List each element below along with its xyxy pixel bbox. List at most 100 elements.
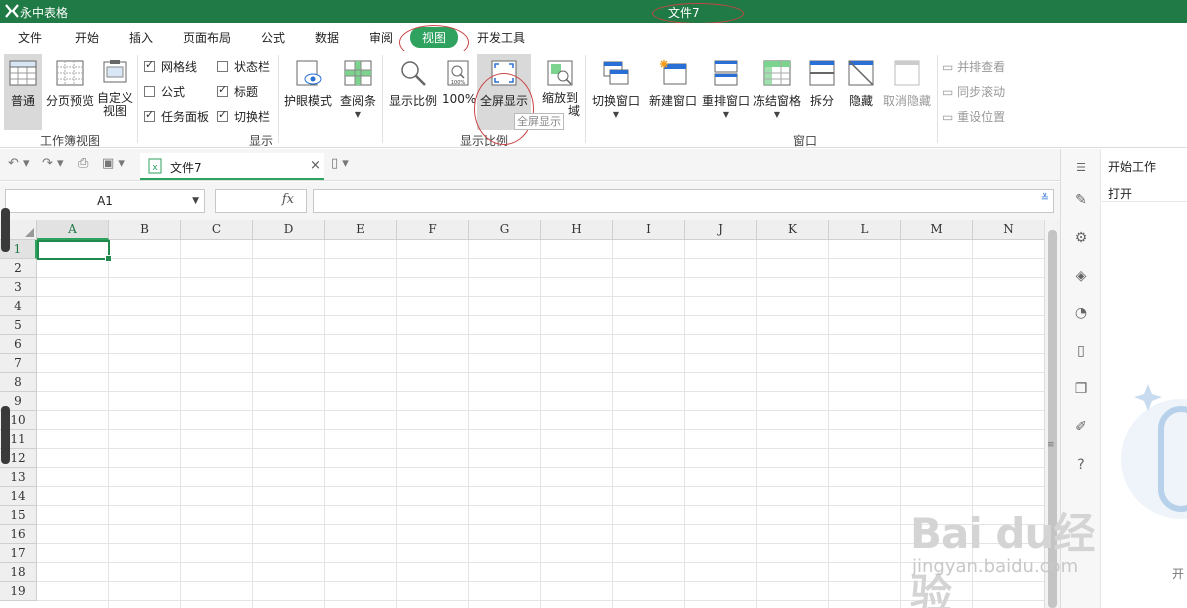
column-header[interactable]: J <box>685 220 757 240</box>
reading-bar-label: 查阅条 <box>339 94 376 108</box>
row-header[interactable]: 4 <box>0 297 37 316</box>
collapse-icon[interactable]: ☰ <box>1072 159 1090 177</box>
cube-icon[interactable]: ◈ <box>1072 267 1090 285</box>
menu-tab-page-layout[interactable]: 页面布局 <box>183 29 231 46</box>
column-header[interactable]: B <box>109 220 181 240</box>
help-icon[interactable]: ? <box>1072 456 1090 474</box>
copy-icon[interactable]: ❐ <box>1072 380 1090 398</box>
zoom-to-selection-button[interactable]: 缩放到 域 <box>538 58 582 118</box>
new-document-icon[interactable]: ▯ ▾ <box>331 156 349 171</box>
split-button[interactable]: 拆分 <box>807 58 837 109</box>
drag-handle-middle[interactable] <box>1 406 10 464</box>
column-header[interactable]: D <box>253 220 325 240</box>
column-header[interactable]: K <box>757 220 829 240</box>
document-tab[interactable]: x 文件7 × <box>140 153 324 180</box>
unhide-window-button[interactable]: 取消隐藏 <box>882 58 932 109</box>
row-header[interactable]: 19 <box>0 582 37 601</box>
row-header[interactable]: 8 <box>0 373 37 392</box>
annotation-ellipse-title <box>652 3 744 24</box>
column-header[interactable]: I <box>613 220 685 240</box>
hide-window-button[interactable]: 隐藏 <box>846 58 876 109</box>
column-header[interactable]: H <box>541 220 613 240</box>
row-header[interactable]: 7 <box>0 354 37 373</box>
eye-mode-button[interactable]: 护眼模式 <box>283 58 333 109</box>
headings-checkbox[interactable]: 标题 <box>217 83 258 100</box>
row-header[interactable]: 6 <box>0 335 37 354</box>
reading-bar-button[interactable]: 查阅条 ▼ <box>339 58 377 119</box>
menu-tab-insert[interactable]: 插入 <box>129 29 153 46</box>
fx-icon[interactable]: fx <box>282 192 294 207</box>
freeze-panes-button[interactable]: 冻结窗格 ▼ <box>752 58 802 119</box>
switch-window-button[interactable]: 切换窗口 ▼ <box>591 58 641 119</box>
chevron-down-icon[interactable]: ▼ <box>192 190 199 212</box>
switchbar-checkbox[interactable]: 切换栏 <box>217 108 270 125</box>
row-header[interactable]: 18 <box>0 563 37 582</box>
menu-tab-file[interactable]: 文件 <box>18 29 42 46</box>
watermark-url: jingyan.baidu.com <box>912 556 1079 577</box>
name-box[interactable]: A1 ▼ <box>5 189 205 213</box>
menu-tab-formula[interactable]: 公式 <box>261 29 285 46</box>
clipboard-icon[interactable]: ▯ <box>1072 342 1090 360</box>
row-header[interactable]: 16 <box>0 525 37 544</box>
edit-icon[interactable]: ✐ <box>1072 418 1090 436</box>
custom-view-button[interactable]: 自定义 视图 <box>96 58 134 118</box>
taskpane-checkbox[interactable]: 任务面板 <box>144 108 209 125</box>
zoom-100-button[interactable]: 100% 100% <box>442 58 476 106</box>
name-box-value: A1 <box>97 194 113 208</box>
zoom-ratio-button[interactable]: 显示比例 <box>388 58 438 109</box>
normal-view-button[interactable]: 普通 <box>4 54 42 130</box>
print-preview-icon[interactable]: ⎙ <box>78 156 88 171</box>
insert-function-box[interactable]: fx <box>215 189 307 213</box>
custom-view-label-1: 自定义 <box>96 91 133 105</box>
page-break-preview-button[interactable]: 分页预览 <box>45 58 95 109</box>
new-window-button[interactable]: 新建窗口 <box>648 58 698 109</box>
app-name: 永中表格 <box>20 6 69 20</box>
save-icon[interactable]: ▣ ▾ <box>102 156 125 171</box>
reset-position-button[interactable]: ▭ 重设位置 <box>942 108 1005 125</box>
pencil-icon[interactable]: ✎ <box>1072 191 1090 209</box>
row-header[interactable]: 5 <box>0 316 37 335</box>
formula-checkbox[interactable]: 公式 <box>144 83 185 100</box>
side-by-side-button[interactable]: ▭ 并排查看 <box>942 58 1005 75</box>
sliders-icon[interactable]: ⚙ <box>1072 229 1090 247</box>
menu-tab-developer[interactable]: 开发工具 <box>477 29 525 46</box>
column-header[interactable]: E <box>325 220 397 240</box>
open-link[interactable]: 打开 <box>1108 185 1132 202</box>
eye-mode-icon <box>296 60 322 86</box>
formula-bar: A1 ▼ fx ≚ <box>0 182 1060 220</box>
row-header[interactable]: 15 <box>0 506 37 525</box>
column-header[interactable]: G <box>469 220 541 240</box>
column-header[interactable]: M <box>901 220 973 240</box>
redo-icon[interactable]: ↷ ▾ <box>42 156 64 171</box>
column-header[interactable]: L <box>829 220 901 240</box>
pie-icon[interactable]: ◔ <box>1072 304 1090 322</box>
arrange-window-button[interactable]: 重排窗口 ▼ <box>701 58 751 119</box>
formula-input[interactable]: ≚ <box>313 189 1054 213</box>
expand-formula-icon[interactable]: ≚ <box>1041 193 1049 204</box>
column-header[interactable]: C <box>181 220 253 240</box>
switch-window-label: 切换窗口 <box>591 94 640 108</box>
cell-area[interactable] <box>37 240 1044 608</box>
row-header[interactable]: 3 <box>0 278 37 297</box>
column-header[interactable]: A <box>37 220 109 240</box>
split-icon <box>809 60 835 86</box>
row-header[interactable]: 14 <box>0 487 37 506</box>
undo-icon[interactable]: ↶ ▾ <box>8 156 30 171</box>
active-cell-a1[interactable] <box>37 240 112 262</box>
zoom-ratio-label: 显示比例 <box>388 94 437 108</box>
menu-tab-data[interactable]: 数据 <box>315 29 339 46</box>
menu-tab-home[interactable]: 开始 <box>75 29 99 46</box>
new-window-label: 新建窗口 <box>648 94 697 108</box>
close-icon[interactable]: × <box>310 158 321 173</box>
column-header[interactable]: F <box>397 220 469 240</box>
drag-handle-top[interactable] <box>1 208 10 252</box>
statusbar-checkbox[interactable]: 状态栏 <box>217 58 270 75</box>
menu-tab-review[interactable]: 审阅 <box>369 29 393 46</box>
row-header[interactable]: 13 <box>0 468 37 487</box>
baidu-watermark: Bai du经验 jingyan.baidu.com <box>910 478 1130 608</box>
gridlines-checkbox[interactable]: 网格线 <box>144 58 197 75</box>
column-header[interactable]: N <box>973 220 1045 240</box>
sync-scroll-button[interactable]: ▭ 同步滚动 <box>942 83 1005 100</box>
row-header[interactable]: 17 <box>0 544 37 563</box>
row-header[interactable]: 2 <box>0 259 37 278</box>
